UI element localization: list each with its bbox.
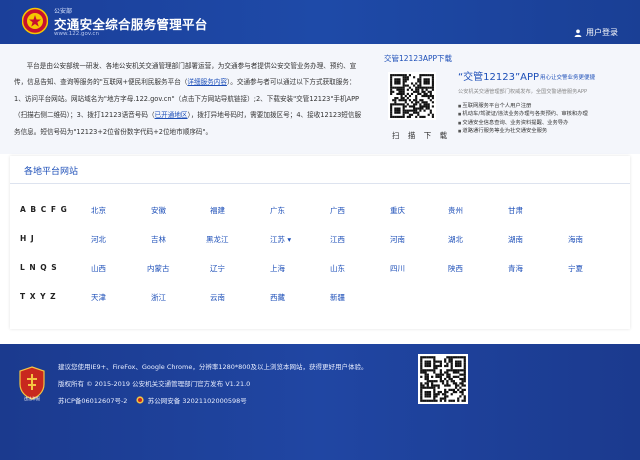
province-link[interactable]: 黑龙江 — [206, 234, 229, 245]
province-link[interactable]: 上海 — [270, 263, 285, 274]
province-link[interactable]: 山西 — [91, 263, 106, 274]
province-link[interactable]: 安徽 — [151, 205, 166, 216]
province-link[interactable]: 北京 — [91, 205, 106, 216]
province-link[interactable]: 贵州 — [448, 205, 463, 216]
province-link[interactable]: 宁夏 — [568, 263, 583, 274]
province-link[interactable]: 青海 — [508, 263, 523, 274]
police-emblem-icon — [22, 7, 48, 35]
site-url: www.122.gov.cn — [54, 31, 99, 37]
province-link[interactable]: 陕西 — [448, 263, 463, 274]
letter-group: L N Q S — [20, 263, 58, 272]
police-record-number[interactable]: 苏公网安备 32021102000598号 — [148, 397, 247, 405]
app-qr-code-icon — [388, 72, 436, 120]
app-feature-item: 交通安全信息查询、业务资料提醒、业务导办 — [458, 119, 588, 127]
province-link[interactable]: 新疆 — [330, 292, 345, 303]
login-label: 用户登录 — [586, 28, 618, 37]
browser-tip: 建议您使用IE9+、FireFox、Google Chrome，分辨率1280*… — [58, 363, 368, 371]
site-footer: 违法举报 建议您使用IE9+、FireFox、Google Chrome，分辨率… — [0, 344, 640, 460]
province-link[interactable]: 吉林 — [151, 234, 166, 245]
province-link-dropdown[interactable]: 江苏 ▾ — [270, 234, 291, 245]
province-link[interactable]: 福建 — [210, 205, 225, 216]
province-link[interactable]: 河南 — [390, 234, 405, 245]
letter-group: H J — [20, 234, 35, 243]
app-download-heading: 交管12123APP下载 — [384, 54, 453, 63]
province-link[interactable]: 河北 — [91, 234, 106, 245]
province-link[interactable]: 海南 — [568, 234, 583, 245]
service-detail-link[interactable]: 详细服务内容 — [187, 78, 227, 86]
intro-section: 平台是由公安部统一研发、各地公安机关交通管理部门部署运营，为交通参与者提供公安交… — [0, 44, 640, 154]
report-badge-label: 违法举报 — [24, 396, 40, 401]
login-button[interactable]: 用户登录 — [574, 27, 618, 38]
app-subtitle: 用心让交警业务更便捷 — [540, 75, 596, 81]
regional-sites-title: 各地平台网站 — [24, 167, 79, 177]
letter-group: T X Y Z — [20, 292, 57, 301]
scan-download-label: 扫 描 下 载 — [392, 131, 451, 140]
province-link[interactable]: 辽宁 — [210, 263, 225, 274]
province-link[interactable]: 山东 — [330, 263, 345, 274]
province-link[interactable]: 湖北 — [448, 234, 463, 245]
app-feature-item: 机动车/驾驶证/违法业务办理与各类预约、审核和办理 — [458, 110, 587, 118]
footer-qr-code-icon — [418, 354, 468, 404]
letter-group: A B C F G — [20, 205, 68, 214]
record-numbers: 苏ICP备06012607号-2 苏公网安备 32021102000598号 — [58, 395, 247, 405]
app-feature-list: 互联网服务平台个人用户注册 机动车/驾驶证/违法业务办理与各类预约、审核和办理 … — [458, 102, 588, 136]
province-link[interactable]: 浙江 — [151, 292, 166, 303]
intro-paragraph: 平台是由公安部统一研发、各地公安机关交通管理部门部署运营，为交通参与者提供公安交… — [14, 58, 364, 140]
site-header: 公安部 交通安全综合服务管理平台 www.122.gov.cn 用户登录 — [0, 0, 640, 44]
divider — [10, 183, 630, 184]
app-feature-item: 道路通行服务等业为社交通安全服务 — [458, 127, 588, 135]
police-record-icon — [136, 396, 144, 404]
report-badge-icon[interactable] — [18, 366, 46, 400]
province-link[interactable]: 天津 — [91, 292, 106, 303]
province-link[interactable]: 江西 — [330, 234, 345, 245]
app-title: “交管12123”APP — [458, 72, 540, 83]
province-link[interactable]: 西藏 — [270, 292, 285, 303]
province-link[interactable]: 云南 — [210, 292, 225, 303]
app-description: 公安机关交通管理部门权威发布，全国交警通管服务APP — [458, 89, 588, 95]
app-feature-item: 互联网服务平台个人用户注册 — [458, 102, 588, 110]
opened-areas-link[interactable]: 已开通地区 — [155, 111, 188, 119]
province-link[interactable]: 广西 — [330, 205, 345, 216]
province-link[interactable]: 湖南 — [508, 234, 523, 245]
copyright: 版权所有 © 2015-2019 公安机关交通管理部门官方发布 V1.21.0 — [58, 380, 251, 388]
province-link[interactable]: 甘肃 — [508, 205, 523, 216]
province-link[interactable]: 广东 — [270, 205, 285, 216]
user-icon — [574, 29, 582, 37]
icp-number[interactable]: 苏ICP备06012607号-2 — [58, 397, 127, 405]
regional-sites-panel: 各地平台网站 A B C F G 北京 安徽 福建 广东 广西 重庆 贵州 甘肃… — [10, 156, 630, 329]
province-link[interactable]: 四川 — [390, 263, 405, 274]
province-link[interactable]: 内蒙古 — [147, 263, 170, 274]
province-link[interactable]: 重庆 — [390, 205, 405, 216]
